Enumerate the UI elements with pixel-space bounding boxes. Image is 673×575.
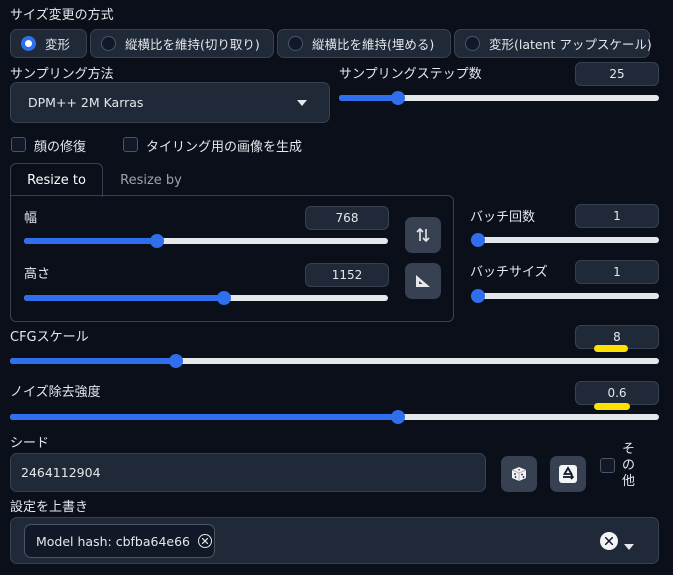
resize-mode-option-stretch[interactable]: 変形 bbox=[10, 29, 87, 58]
cfg-scale-label: CFGスケール bbox=[10, 330, 89, 345]
chevron-down-icon bbox=[624, 544, 634, 550]
batch-size-label: バッチサイズ bbox=[470, 265, 548, 280]
highlight-marker bbox=[594, 345, 628, 352]
radio-label: 縦横比を維持(切り取り) bbox=[125, 37, 260, 52]
sampling-steps-slider[interactable] bbox=[339, 91, 659, 105]
batch-count-label: バッチ回数 bbox=[470, 210, 536, 225]
aspect-ratio-button[interactable] bbox=[405, 263, 441, 299]
batch-size-input[interactable]: 1 bbox=[575, 260, 659, 284]
sampling-method-dropdown[interactable]: DPM++ 2M Karras bbox=[10, 82, 330, 123]
remove-tag-button[interactable] bbox=[198, 534, 213, 548]
cfg-scale-slider[interactable] bbox=[10, 354, 659, 368]
restore-faces-checkbox[interactable] bbox=[11, 137, 26, 152]
resize-mode-option-crop[interactable]: 縦横比を維持(切り取り) bbox=[90, 29, 274, 58]
batch-count-slider[interactable] bbox=[471, 233, 659, 247]
random-seed-button[interactable] bbox=[501, 456, 537, 492]
resize-mode-option-fill[interactable]: 縦横比を維持(埋める) bbox=[277, 29, 451, 58]
sampling-steps-label: サンプリングステップ数 bbox=[339, 67, 482, 82]
dice-icon bbox=[511, 467, 527, 481]
resize-mode-label: サイズ変更の方式 bbox=[10, 8, 114, 23]
dropdown-toggle[interactable] bbox=[624, 539, 634, 554]
width-input[interactable]: 768 bbox=[305, 206, 389, 230]
extra-seed-label: その他 bbox=[622, 442, 636, 489]
resize-mode-option-latent[interactable]: 変形(latent アップスケール) bbox=[454, 29, 652, 58]
extra-seed-checkbox[interactable] bbox=[600, 458, 615, 473]
clear-all-button[interactable] bbox=[600, 532, 618, 550]
swap-dimensions-button[interactable] bbox=[405, 217, 441, 253]
override-tag: Model hash: cbfba64e66 bbox=[24, 524, 215, 558]
radio-icon bbox=[465, 36, 480, 51]
width-slider[interactable] bbox=[24, 234, 388, 248]
radio-label: 変形 bbox=[45, 37, 71, 52]
triangle-ruler-icon bbox=[416, 275, 430, 287]
highlight-marker bbox=[594, 403, 630, 410]
height-label: 高さ bbox=[24, 267, 51, 282]
radio-icon bbox=[101, 36, 116, 51]
batch-count-input[interactable]: 1 bbox=[575, 204, 659, 228]
tab-resize-to[interactable]: Resize to bbox=[10, 163, 103, 197]
radio-icon bbox=[288, 36, 303, 51]
tiling-label: タイリング用の画像を生成 bbox=[146, 140, 303, 155]
denoising-slider[interactable] bbox=[10, 410, 659, 424]
denoising-input[interactable]: 0.6 bbox=[575, 381, 659, 405]
chevron-down-icon bbox=[297, 99, 307, 106]
reuse-seed-button[interactable] bbox=[550, 456, 586, 492]
override-settings-label: 設定を上書き bbox=[10, 500, 89, 515]
sampling-steps-input[interactable]: 25 bbox=[575, 62, 659, 86]
radio-label: 縦横比を維持(埋める) bbox=[312, 37, 435, 52]
height-slider[interactable] bbox=[24, 291, 388, 305]
recycle-icon bbox=[559, 465, 577, 483]
denoising-label: ノイズ除去強度 bbox=[10, 385, 101, 400]
close-icon bbox=[605, 537, 613, 545]
tiling-checkbox[interactable] bbox=[123, 137, 138, 152]
radio-selected-icon bbox=[21, 36, 36, 51]
override-tag-text: Model hash: cbfba64e66 bbox=[36, 533, 191, 549]
sampling-method-value: DPM++ 2M Karras bbox=[28, 95, 144, 110]
width-label: 幅 bbox=[24, 211, 38, 226]
tab-resize-by[interactable]: Resize by bbox=[103, 163, 199, 197]
restore-faces-label: 顔の修復 bbox=[34, 140, 87, 155]
seed-input[interactable]: 2464112904 bbox=[10, 453, 486, 492]
batch-size-slider[interactable] bbox=[471, 289, 659, 303]
radio-label: 変形(latent アップスケール) bbox=[489, 37, 652, 52]
height-input[interactable]: 1152 bbox=[305, 263, 389, 287]
close-icon bbox=[202, 538, 209, 544]
sampling-method-label: サンプリング方法 bbox=[10, 67, 114, 82]
seed-label: シード bbox=[10, 436, 50, 451]
swap-icon bbox=[416, 227, 430, 243]
